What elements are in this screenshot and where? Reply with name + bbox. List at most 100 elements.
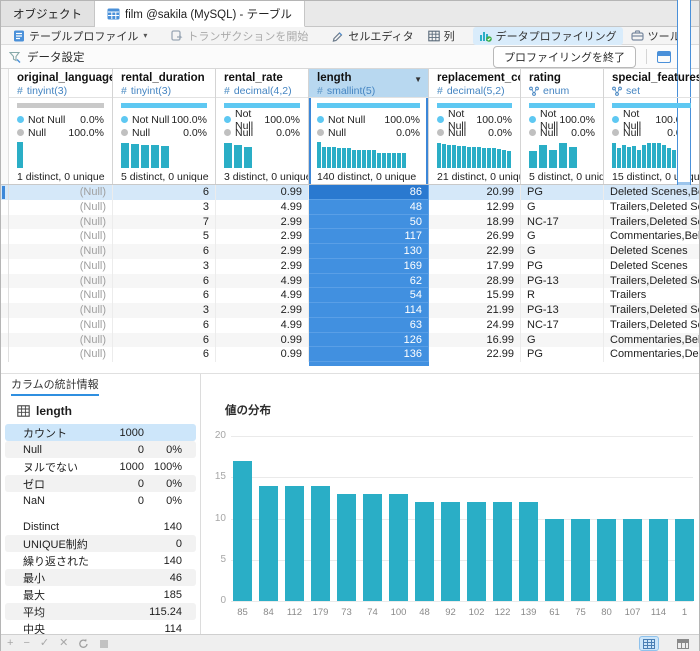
cell[interactable]: 0.99: [216, 333, 309, 348]
cell[interactable]: G: [521, 200, 604, 215]
table-row[interactable]: (Null)32.9916917.99PGDeleted Scenes: [1, 259, 699, 274]
column-header-rating[interactable]: ratingenumNot Null100.0%Null0.0%5 distin…: [521, 69, 604, 184]
cell[interactable]: 136: [309, 347, 429, 362]
column-menu-caret-icon[interactable]: ▼: [414, 75, 422, 84]
column-header-replacement_cost[interactable]: replacement_cost#decimal(5,2)Not Null100…: [429, 69, 521, 184]
cell[interactable]: (Null): [9, 215, 113, 230]
cell[interactable]: 3: [113, 303, 216, 318]
cell[interactable]: 2.99: [216, 229, 309, 244]
stats-row-中央[interactable]: 中央114: [5, 620, 196, 634]
table-row[interactable]: (Null)64.995415.99RTrailers: [1, 288, 699, 303]
cell[interactable]: (Null): [9, 200, 113, 215]
cell[interactable]: 62: [309, 274, 429, 289]
cell[interactable]: 2.99: [216, 215, 309, 230]
cell[interactable]: 130: [309, 244, 429, 259]
cell[interactable]: 15.99: [429, 288, 521, 303]
cell[interactable]: Trailers,Deleted Scenes: [604, 274, 699, 289]
cell[interactable]: 0.99: [216, 347, 309, 362]
cell[interactable]: Commentaries,Behind the: [604, 229, 699, 244]
cell[interactable]: 4.99: [216, 288, 309, 303]
cell[interactable]: 6: [113, 347, 216, 362]
cell[interactable]: PG: [521, 347, 604, 362]
cell[interactable]: 2.99: [216, 259, 309, 274]
table-row[interactable]: (Null)32.9911421.99PG-13Trailers,Deleted…: [1, 303, 699, 318]
grid-options-icon[interactable]: [99, 639, 109, 649]
column-header-rental_duration[interactable]: rental_duration#tinyint(3)Not Null100.0%…: [113, 69, 216, 184]
table-row[interactable]: (Null)60.998620.99PGDeleted Scenes,Behin…: [1, 185, 699, 200]
cell[interactable]: 6: [113, 333, 216, 348]
cell[interactable]: NC-17: [521, 318, 604, 333]
cell[interactable]: 0.99: [216, 185, 309, 200]
cell[interactable]: 3: [113, 259, 216, 274]
cell[interactable]: 48: [309, 200, 429, 215]
cell[interactable]: 114: [309, 303, 429, 318]
toolbar-button-1[interactable]: テーブルプロファイル▾: [7, 27, 153, 45]
stats-row-最小[interactable]: 最小46: [5, 569, 196, 586]
toolbar-button-5[interactable]: データプロファイリング: [473, 27, 623, 45]
cell[interactable]: 63: [309, 318, 429, 333]
cell[interactable]: G: [521, 333, 604, 348]
cell[interactable]: 6: [113, 288, 216, 303]
stats-row-最大[interactable]: 最大185: [5, 586, 196, 603]
cell[interactable]: (Null): [9, 303, 113, 318]
cell[interactable]: 126: [309, 333, 429, 348]
cell[interactable]: G: [521, 229, 604, 244]
table-row[interactable]: (Null)52.9911726.99GCommentaries,Behind …: [1, 229, 699, 244]
cell[interactable]: 17.99: [429, 259, 521, 274]
cell[interactable]: PG: [521, 185, 604, 200]
cell[interactable]: 3: [113, 200, 216, 215]
cell[interactable]: Deleted Scenes: [604, 244, 699, 259]
column-header-length[interactable]: length#smallint(5)▼Not Null100.0%Null0.0…: [309, 69, 429, 184]
stats-row-繰り返された[interactable]: 繰り返された140: [5, 552, 196, 569]
toolbar-button-3[interactable]: セルエディタ: [326, 27, 419, 45]
finish-profiling-button[interactable]: プロファイリングを終了: [493, 46, 636, 68]
table-row[interactable]: (Null)72.995018.99NC-17Trailers,Deleted …: [1, 215, 699, 230]
cell[interactable]: (Null): [9, 318, 113, 333]
cell[interactable]: PG-13: [521, 274, 604, 289]
cell[interactable]: 86: [309, 185, 429, 200]
table-row[interactable]: (Null)60.9913622.99PGCommentaries,Delete…: [1, 347, 699, 362]
add-row-icon[interactable]: +: [7, 638, 13, 649]
table-row[interactable]: (Null)64.996324.99NC-17Trailers,Deleted …: [1, 318, 699, 333]
stats-row-Distinct[interactable]: Distinct140: [5, 518, 196, 535]
cell[interactable]: (Null): [9, 288, 113, 303]
panel-layout-top-icon[interactable]: [657, 51, 671, 63]
cell[interactable]: (Null): [9, 274, 113, 289]
stats-row-NaN[interactable]: NaN00%: [5, 492, 196, 509]
cell[interactable]: Trailers,Deleted Scenes: [604, 318, 699, 333]
cell[interactable]: Trailers,Deleted Scenes: [604, 200, 699, 215]
cell[interactable]: 24.99: [429, 318, 521, 333]
cell[interactable]: Trailers,Deleted Scenes: [604, 303, 699, 318]
stats-tab[interactable]: カラムの統計情報: [1, 374, 200, 398]
cell[interactable]: Trailers,Deleted Scenes: [604, 215, 699, 230]
cell[interactable]: 22.99: [429, 244, 521, 259]
cell[interactable]: (Null): [9, 347, 113, 362]
cell[interactable]: 2.99: [216, 303, 309, 318]
cell[interactable]: (Null): [9, 333, 113, 348]
tab-objects[interactable]: オブジェクト: [1, 1, 95, 26]
cell[interactable]: 6: [113, 274, 216, 289]
cell[interactable]: 4.99: [216, 274, 309, 289]
table-row[interactable]: (Null)34.994812.99GTrailers,Deleted Scen…: [1, 200, 699, 215]
stats-row-Null[interactable]: Null00%: [5, 441, 196, 458]
cell[interactable]: 50: [309, 215, 429, 230]
cell[interactable]: 20.99: [429, 185, 521, 200]
cell[interactable]: Commentaries,Behind the: [604, 333, 699, 348]
cell[interactable]: Deleted Scenes: [604, 259, 699, 274]
cell[interactable]: 2.99: [216, 244, 309, 259]
column-header-original_language_id[interactable]: original_language_id#tinyint(3)Not Null0…: [9, 69, 113, 184]
stats-row-ゼロ[interactable]: ゼロ00%: [5, 475, 196, 492]
cell[interactable]: 4.99: [216, 200, 309, 215]
text-view-button[interactable]: [673, 636, 693, 651]
cell[interactable]: 22.99: [429, 347, 521, 362]
cell[interactable]: PG-13: [521, 303, 604, 318]
stats-row-ヌルでない[interactable]: ヌルでない1000100%: [5, 458, 196, 475]
table-row[interactable]: (Null)60.9912616.99GCommentaries,Behind …: [1, 333, 699, 348]
cell[interactable]: Deleted Scenes,Behind the: [604, 185, 699, 200]
cell[interactable]: Commentaries,Deleted Sc: [604, 347, 699, 362]
apply-icon[interactable]: ✓: [40, 638, 49, 649]
cell[interactable]: NC-17: [521, 215, 604, 230]
table-row[interactable]: (Null)62.9913022.99GDeleted Scenes: [1, 244, 699, 259]
cell[interactable]: (Null): [9, 185, 113, 200]
cell[interactable]: 26.99: [429, 229, 521, 244]
